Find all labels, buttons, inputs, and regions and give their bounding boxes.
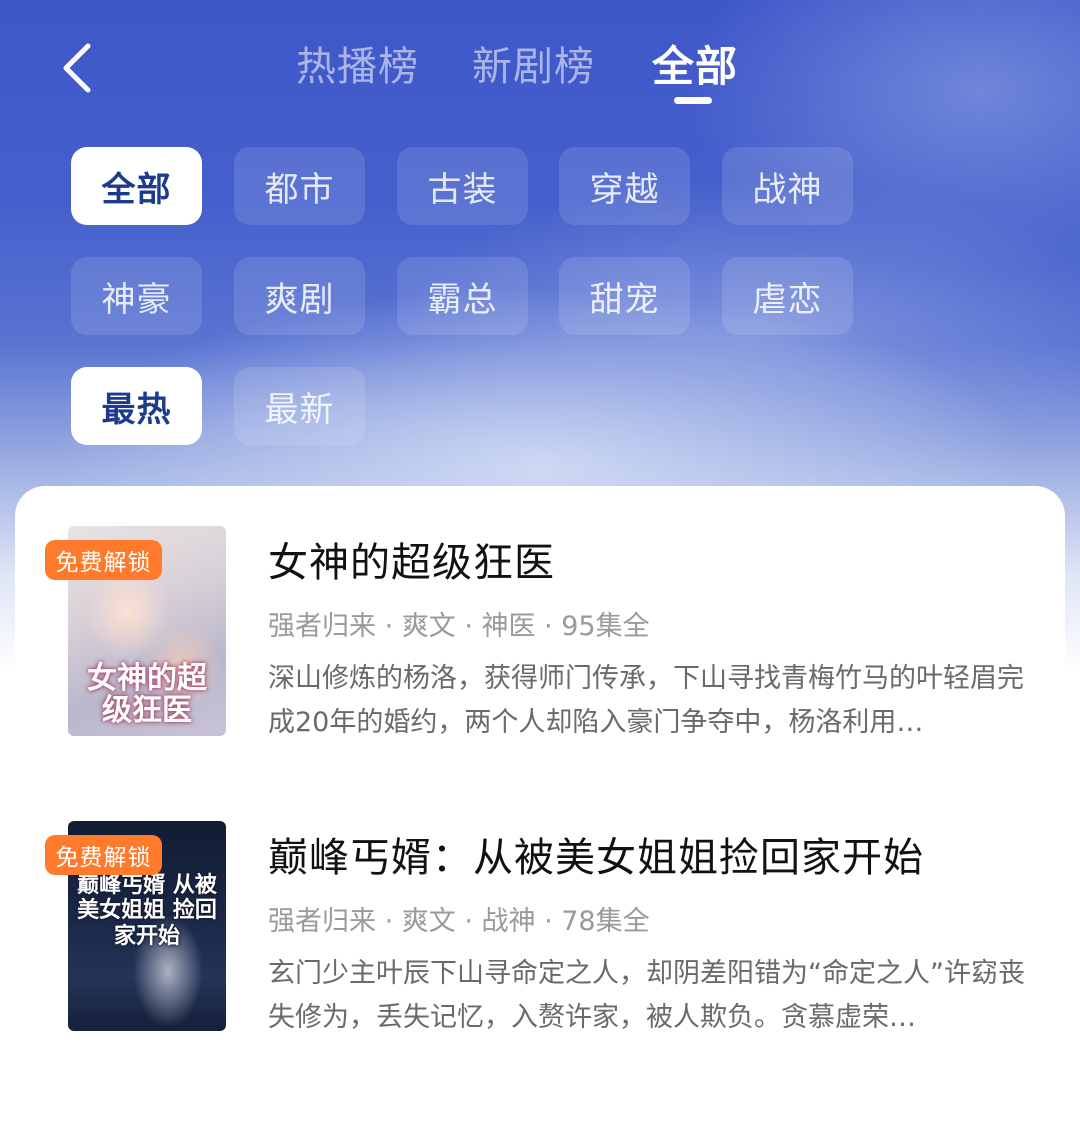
back-button[interactable] <box>52 40 102 96</box>
filter-chip-all[interactable]: 全部 <box>71 147 202 225</box>
tab-hot-ranking[interactable]: 热播榜 <box>296 38 419 96</box>
filter-chip-tragic-romance[interactable]: 虐恋 <box>722 257 853 335</box>
list-item[interactable]: 巅峰丐婿 从被美女姐姐 捡回家开始 免费解锁 巅峰丐婿：从被美女姐姐捡回家开始 … <box>15 781 1065 1033</box>
chevron-left-icon <box>63 43 91 93</box>
filter-chip-war-god[interactable]: 战神 <box>722 147 853 225</box>
drama-description: 玄门少主叶辰下山寻命定之人，却阴差阳错为“命定之人”许窈丧失修为，丢失记忆，入赘… <box>268 958 1025 1033</box>
drama-title[interactable]: 巅峰丐婿：从被美女姐姐捡回家开始 <box>268 825 924 883</box>
filter-chip-time-travel[interactable]: 穿越 <box>559 147 690 225</box>
filter-chip-sweet-romance[interactable]: 甜宠 <box>559 257 690 335</box>
free-unlock-badge: 免费解锁 <box>45 540 162 580</box>
filter-chip-costume[interactable]: 古装 <box>397 147 528 225</box>
tab-new-ranking[interactable]: 新剧榜 <box>472 38 595 96</box>
cover-title-art: 女神的超级狂医 <box>87 661 207 728</box>
drama-list: 女神的超级狂医 免费解锁 女神的超级狂医 强者归来 · 爽文 · 神医 · 95… <box>15 486 1065 1126</box>
drama-meta: 强者归来 · 爽文 · 战神 · 78集全 <box>268 906 650 937</box>
cover-title-art: 巅峰丐婿 从被美女姐姐 捡回家开始 <box>77 873 217 949</box>
tab-all[interactable]: 全部 <box>652 38 738 96</box>
active-tab-indicator <box>674 97 712 104</box>
sort-chip-hottest[interactable]: 最热 <box>71 367 202 445</box>
filter-chip-urban[interactable]: 都市 <box>234 147 365 225</box>
free-unlock-badge: 免费解锁 <box>45 835 162 875</box>
sort-chip-newest[interactable]: 最新 <box>234 367 365 445</box>
filter-chip-satisfying[interactable]: 爽剧 <box>234 257 365 335</box>
list-item[interactable]: 女神的超级狂医 免费解锁 女神的超级狂医 强者归来 · 爽文 · 神医 · 95… <box>15 486 1065 738</box>
drama-meta: 强者归来 · 爽文 · 神医 · 95集全 <box>268 611 650 642</box>
drama-title[interactable]: 女神的超级狂医 <box>268 530 555 588</box>
filter-chip-tycoon[interactable]: 神豪 <box>71 257 202 335</box>
filter-chip-ceo[interactable]: 霸总 <box>397 257 528 335</box>
drama-description: 深山修炼的杨洛，获得师门传承，下山寻找青梅竹马的叶轻眉完成20年的婚约，两个人却… <box>268 663 1024 738</box>
